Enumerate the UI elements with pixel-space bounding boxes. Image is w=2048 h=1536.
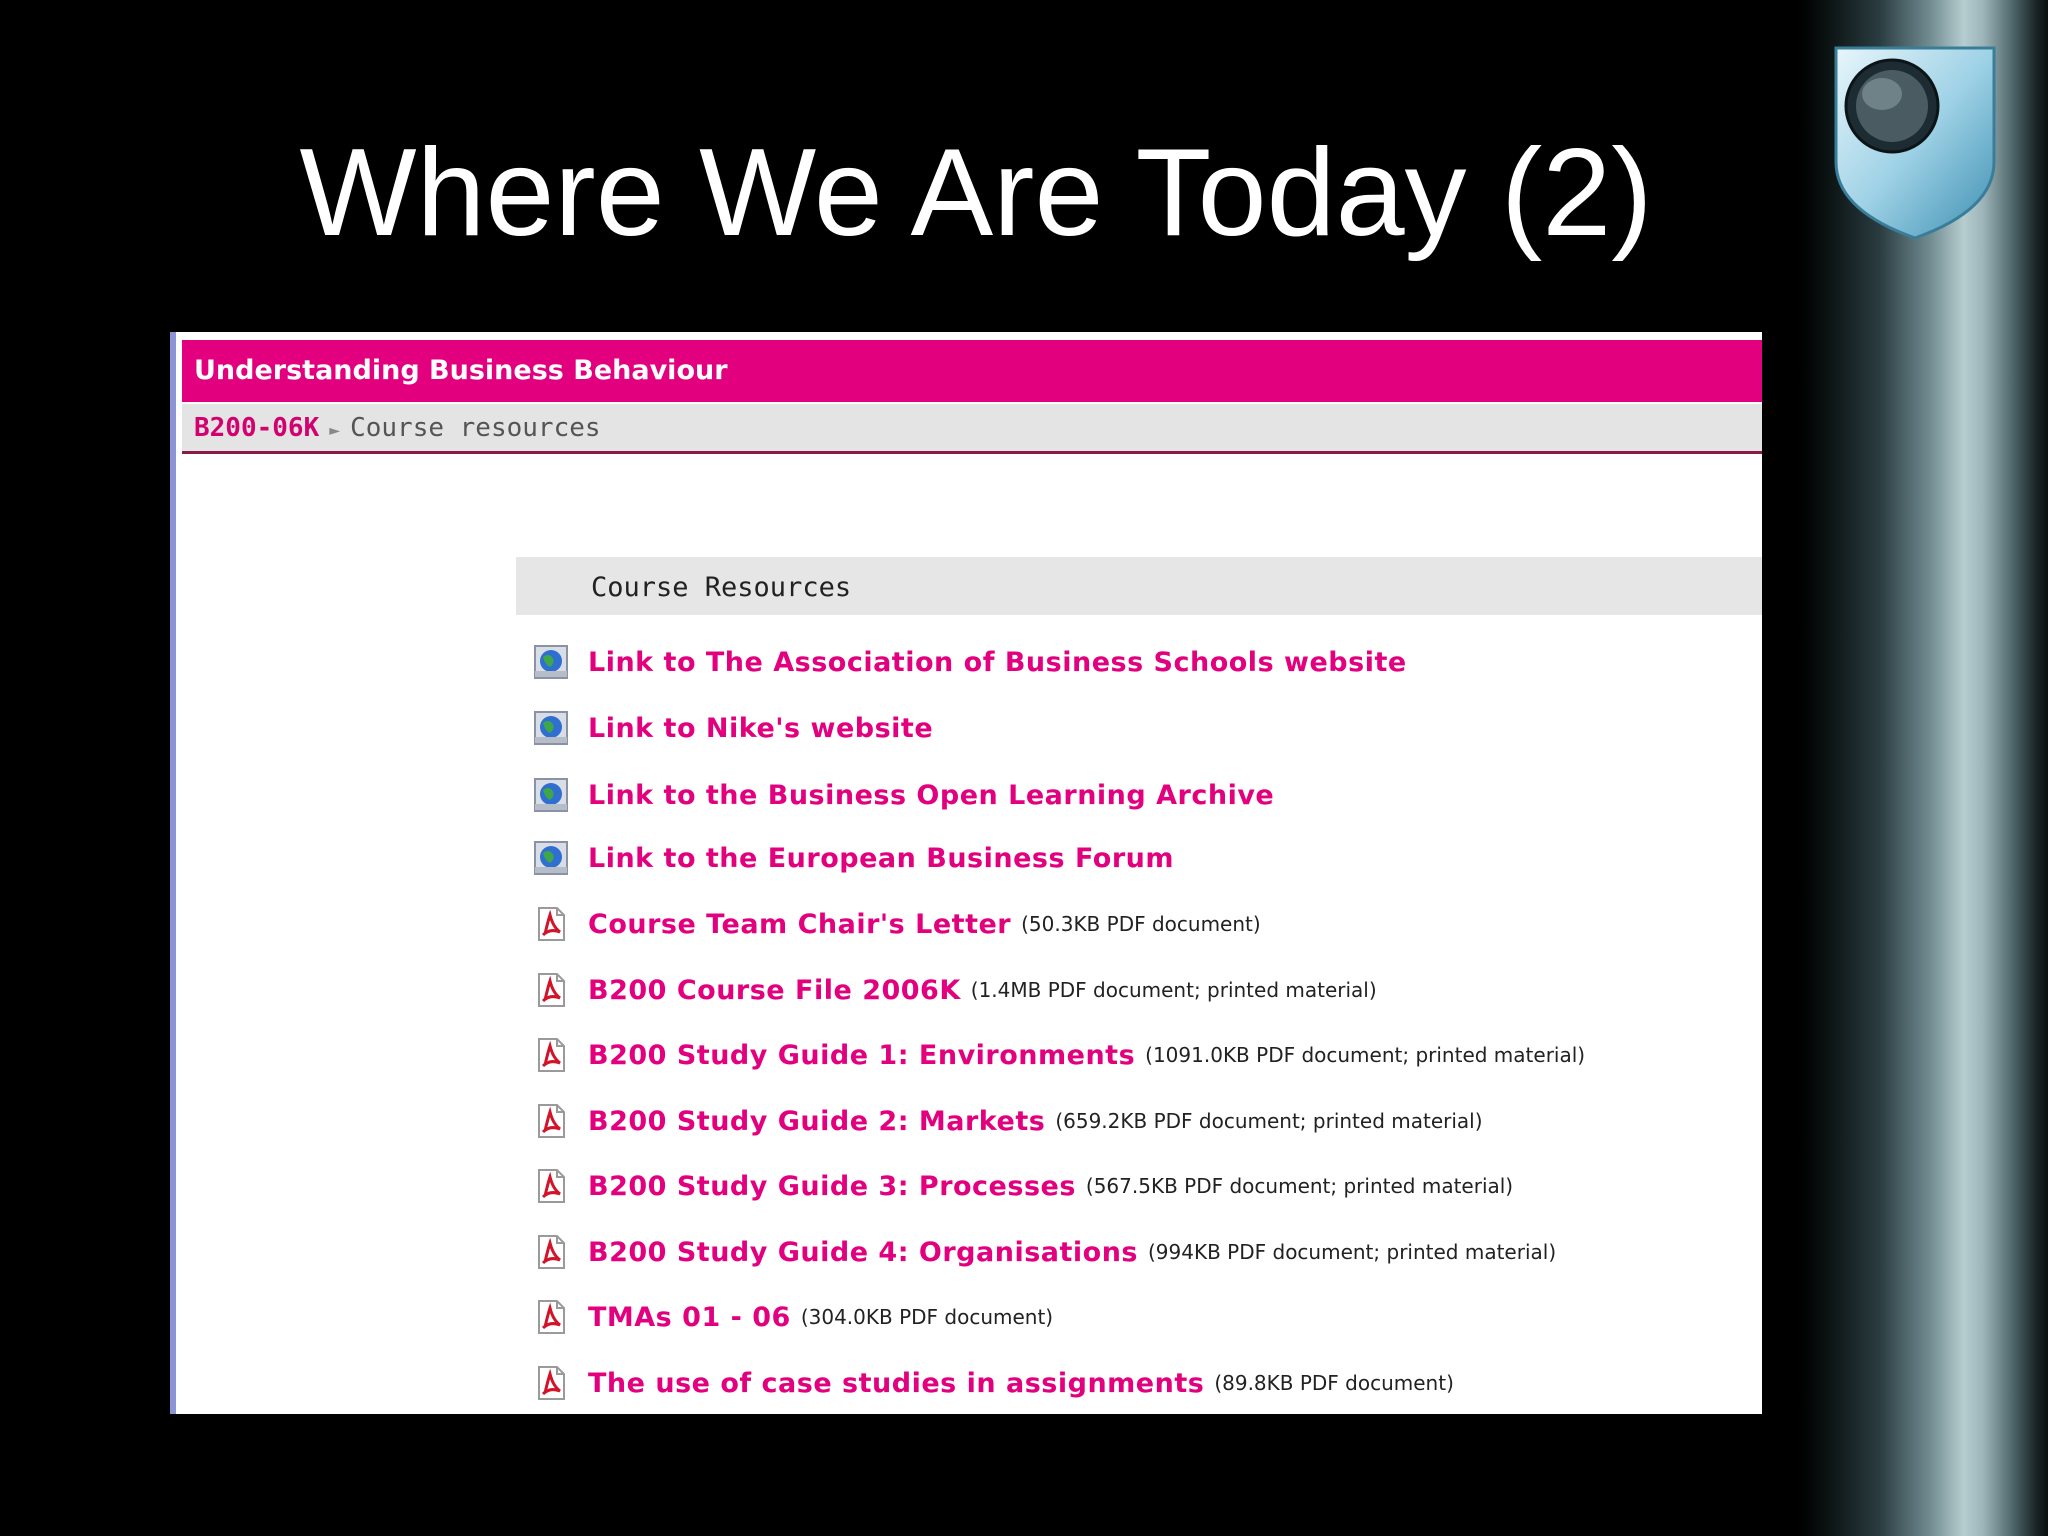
resource-item: Link to the Business Open Learning Archi… bbox=[534, 770, 1274, 820]
resource-item: The use of case studies in assignments (8… bbox=[534, 1358, 1454, 1408]
web-link-icon bbox=[534, 778, 568, 812]
resource-item: B200 Course File 2006K (1.4MB PDF documen… bbox=[534, 965, 1377, 1015]
resource-meta: (304.0KB PDF document) bbox=[800, 1305, 1054, 1329]
resource-link[interactable]: Link to The Association of Business Scho… bbox=[588, 647, 1407, 678]
breadcrumb-current: Course resources bbox=[350, 413, 601, 443]
resource-meta: (659.2KB PDF document; printed material) bbox=[1055, 1109, 1483, 1133]
breadcrumb-arrow-icon: ► bbox=[329, 420, 341, 441]
resource-item: B200 Study Guide 3: Processes (567.5KB PD… bbox=[534, 1161, 1513, 1211]
resource-link[interactable]: B200 Study Guide 1: Environments bbox=[588, 1040, 1135, 1071]
resource-link[interactable]: B200 Course File 2006K bbox=[588, 975, 961, 1006]
resource-link[interactable]: B200 Study Guide 3: Processes bbox=[588, 1171, 1076, 1202]
web-link-icon bbox=[534, 841, 568, 875]
pdf-icon bbox=[538, 1366, 565, 1400]
resource-item: TMAs 01 - 06 (304.0KB PDF document) bbox=[534, 1292, 1053, 1342]
resource-link[interactable]: B200 Study Guide 4: Organisations bbox=[588, 1237, 1138, 1268]
resource-link[interactable]: Link to Nike's website bbox=[588, 713, 933, 744]
resource-meta: (994KB PDF document; printed material) bbox=[1148, 1240, 1557, 1264]
resource-meta: (50.3KB PDF document) bbox=[1021, 912, 1261, 936]
course-header-title: Understanding Business Behaviour bbox=[182, 340, 1762, 402]
pdf-icon bbox=[538, 1235, 565, 1269]
pdf-icon bbox=[538, 907, 565, 941]
pdf-icon bbox=[538, 1104, 565, 1138]
resource-item: Course Team Chair's Letter (50.3KB PDF do… bbox=[534, 899, 1261, 949]
resource-meta: (89.8KB PDF document) bbox=[1214, 1371, 1454, 1395]
resource-link[interactable]: The use of case studies in assignments bbox=[588, 1368, 1204, 1399]
resource-item: B200 Study Guide 2: Markets (659.2KB PDF … bbox=[534, 1096, 1483, 1146]
resource-meta: (567.5KB PDF document; printed material) bbox=[1085, 1174, 1514, 1198]
web-link-icon bbox=[534, 711, 568, 745]
web-link-icon bbox=[534, 645, 568, 679]
section-title: Course Resources bbox=[516, 557, 1762, 615]
resource-item: Link to The Association of Business Scho… bbox=[534, 637, 1407, 687]
slide-title: Where We Are Today (2) bbox=[299, 124, 1653, 262]
resource-item: Link to Nike's website bbox=[534, 703, 933, 753]
resource-link[interactable]: Course Team Chair's Letter bbox=[588, 909, 1011, 940]
resource-link[interactable]: Link to the European Business Forum bbox=[588, 843, 1174, 874]
resource-meta: (1091.0KB PDF document; printed material… bbox=[1145, 1043, 1586, 1067]
pdf-icon bbox=[538, 1300, 565, 1334]
pdf-icon bbox=[538, 1038, 565, 1072]
resource-link[interactable]: B200 Study Guide 2: Markets bbox=[588, 1106, 1045, 1137]
resource-link[interactable]: TMAs 01 - 06 bbox=[588, 1302, 791, 1333]
pdf-icon bbox=[538, 1169, 565, 1203]
breadcrumb-course-link[interactable]: B200-06K bbox=[194, 413, 319, 443]
resource-meta: (1.4MB PDF document; printed material) bbox=[970, 978, 1377, 1002]
resource-item: B200 Study Guide 1: Environments (1091.0K… bbox=[534, 1030, 1585, 1080]
resource-link[interactable]: Link to the Business Open Learning Archi… bbox=[588, 780, 1274, 811]
pdf-icon bbox=[538, 973, 565, 1007]
resource-item: Link to the European Business Forum bbox=[534, 833, 1174, 883]
resource-item: B200 Study Guide 4: Organisations (994KB … bbox=[534, 1227, 1556, 1277]
course-resources-screenshot: Understanding Business Behaviour B200-06… bbox=[170, 332, 1762, 1414]
breadcrumb: B200-06K ► Course resources bbox=[182, 404, 1762, 454]
